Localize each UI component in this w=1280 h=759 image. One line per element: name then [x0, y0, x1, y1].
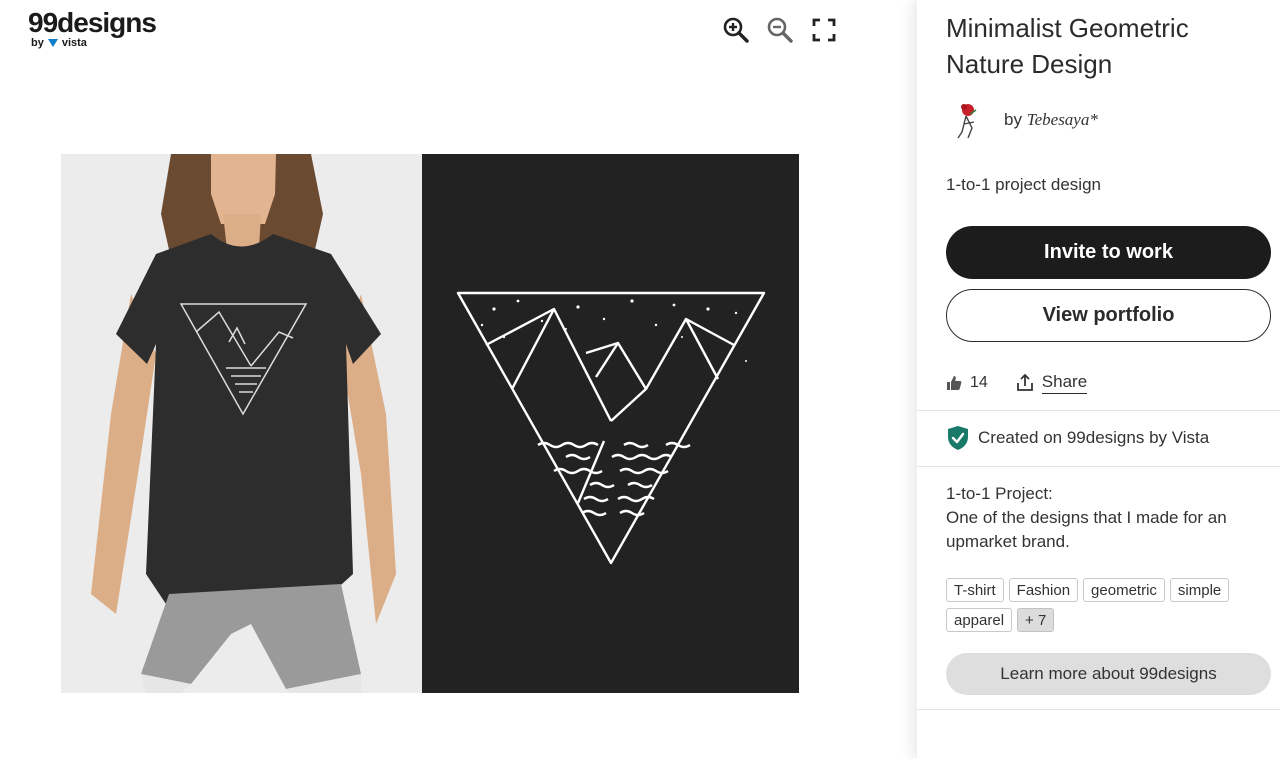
tag[interactable]: Fashion	[1008, 578, 1079, 602]
description-body: One of the designs that I made for an up…	[946, 508, 1227, 551]
logo-wordmark: 99designs	[28, 7, 157, 38]
design-actions: 14 Share	[946, 372, 1088, 394]
learn-more-button[interactable]: Learn more about 99designs	[946, 653, 1271, 695]
by-label: by	[1004, 110, 1022, 129]
invite-to-work-button[interactable]: Invite to work	[946, 226, 1271, 279]
logo-brand: vista	[61, 37, 87, 49]
tag[interactable]: T-shirt	[946, 578, 1004, 602]
zoom-out-icon[interactable]	[764, 14, 796, 46]
design-description: 1-to-1 Project: One of the designs that …	[946, 482, 1246, 554]
share-label: Share	[1041, 372, 1088, 394]
tag-list: T-shirt Fashion geometric simple apparel…	[946, 578, 1266, 632]
design-title: Minimalist Geometric Nature Design	[946, 13, 1189, 79]
designer-byline: by Tebesaya*	[1004, 110, 1098, 130]
design-artwork[interactable]	[61, 154, 799, 693]
design-viewer: 99designs by vista	[0, 0, 917, 759]
view-portfolio-button[interactable]: View portfolio	[946, 289, 1271, 342]
mountain-triangle-graphic	[456, 291, 765, 564]
fullscreen-icon[interactable]	[808, 14, 840, 46]
tag[interactable]: apparel	[946, 608, 1013, 632]
like-count: 14	[970, 374, 988, 391]
vista-icon	[47, 39, 58, 47]
tag[interactable]: simple	[1169, 578, 1230, 602]
share-button[interactable]: Share	[1016, 372, 1088, 394]
tag[interactable]: geometric	[1083, 578, 1165, 602]
design-details-panel: Minimalist Geometric Nature Design by Te…	[917, 0, 1280, 759]
viewer-toolbar	[720, 14, 840, 46]
logo-by: by	[31, 37, 44, 49]
description-heading: 1-to-1 Project:	[946, 484, 1053, 503]
logo-byline: by vista	[28, 37, 158, 49]
created-on-badge: Created on 99designs by Vista	[946, 425, 1209, 451]
share-icon	[1016, 374, 1033, 391]
divider	[917, 709, 1280, 710]
shield-check-icon	[948, 426, 968, 450]
tshirt-mockup-photo	[61, 154, 422, 693]
logo[interactable]: 99designs by vista	[28, 8, 158, 52]
like-button[interactable]: 14	[946, 374, 988, 392]
created-on-text: Created on 99designs by Vista	[978, 428, 1210, 447]
designer-info[interactable]: by Tebesaya*	[946, 98, 1098, 142]
design-graphic-panel	[422, 154, 799, 693]
zoom-in-icon[interactable]	[720, 14, 752, 46]
project-type: 1-to-1 project design	[946, 175, 1101, 194]
thumbs-up-icon	[947, 376, 962, 390]
designer-name[interactable]: Tebesaya*	[1027, 110, 1098, 129]
more-tags-button[interactable]: + 7	[1017, 608, 1055, 632]
avatar[interactable]	[946, 98, 990, 142]
divider	[917, 466, 1280, 467]
divider	[917, 410, 1280, 411]
